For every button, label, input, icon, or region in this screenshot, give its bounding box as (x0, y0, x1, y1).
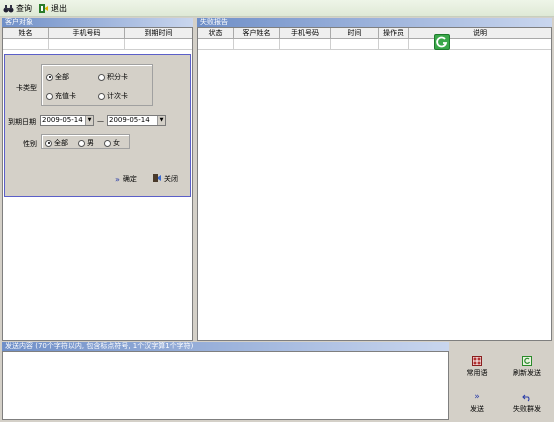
col-phone[interactable]: 手机号码 (49, 28, 125, 39)
close-button[interactable]: 关闭 (152, 173, 178, 185)
send-chevron-icon: » (474, 392, 480, 402)
date-to-value: 2009-05-14 (109, 116, 150, 124)
date-separator: — (97, 117, 104, 125)
chevron-down-icon[interactable]: ▼ (85, 116, 93, 125)
radio-card-recharge[interactable]: 充值卡 (46, 91, 76, 101)
radio-dot (45, 139, 52, 147)
col-time[interactable]: 时间 (331, 28, 379, 39)
grid-book-icon (472, 356, 482, 366)
radio-card-recharge-label: 充值卡 (55, 92, 76, 100)
radio-gender-all[interactable]: 全部 (45, 138, 68, 148)
radio-gender-female[interactable]: 女 (104, 138, 120, 148)
action-button-panel: 常用语 刷新发送 » 发送 失败群发 (452, 350, 553, 420)
customer-section-header: 客户对象 (2, 18, 193, 27)
date-from-value: 2009-05-14 (42, 116, 83, 124)
customer-grid-header: 姓名 手机号码 到期时间 (3, 28, 192, 39)
exit-button[interactable]: 退出 (38, 2, 67, 15)
fail-resend-label: 失败群发 (513, 405, 541, 413)
double-chevron-icon: » (115, 174, 120, 184)
radio-card-count-label: 计次卡 (107, 92, 128, 100)
radio-card-points[interactable]: 积分卡 (98, 72, 128, 82)
radio-dot (98, 73, 105, 81)
refresh-send-icon (522, 356, 532, 366)
card-type-label: 卡类型 (16, 84, 37, 92)
exit-label: 退出 (51, 4, 67, 13)
send-button[interactable]: » 发送 (454, 392, 500, 414)
toolbar: 查询 退出 (0, 0, 554, 17)
radio-gender-male[interactable]: 男 (78, 138, 94, 148)
send-label: 发送 (470, 405, 484, 413)
gender-label: 性别 (23, 140, 37, 148)
table-row[interactable] (3, 39, 192, 50)
gender-group: 全部 男 女 (41, 134, 130, 149)
radio-dot (46, 92, 53, 100)
radio-dot (104, 139, 111, 147)
door-exit-icon (152, 173, 162, 185)
radio-card-all[interactable]: 全部 (46, 72, 69, 82)
query-button[interactable]: 查询 (3, 2, 32, 15)
fail-report-grid[interactable]: 状态 客户姓名 手机号码 时间 操作员 说明 (197, 27, 552, 341)
radio-dot (98, 92, 105, 100)
chevron-down-icon[interactable]: ▼ (157, 116, 165, 125)
fail-resend-button[interactable]: 失败群发 (504, 392, 550, 414)
refresh-send-button[interactable]: 刷新发送 (504, 356, 550, 378)
expire-date-label: 到期日期 (8, 118, 36, 126)
card-type-group: 全部 积分卡 充值卡 计次卡 (41, 64, 153, 106)
undo-send-icon (522, 392, 532, 402)
fail-grid-header: 状态 客户姓名 手机号码 时间 操作员 说明 (198, 28, 551, 39)
refresh-send-label: 刷新发送 (513, 369, 541, 377)
common-phrases-label: 常用语 (466, 369, 488, 377)
fail-report-header: 失败报告 (197, 18, 552, 27)
col-name[interactable]: 姓名 (3, 28, 49, 39)
radio-gender-female-label: 女 (113, 139, 120, 147)
col-operator[interactable]: 操作员 (379, 28, 409, 39)
binoculars-icon (3, 3, 14, 14)
send-content-input[interactable] (2, 351, 449, 420)
date-to-picker[interactable]: 2009-05-14 ▼ (107, 115, 166, 126)
refresh-badge-icon[interactable] (434, 34, 450, 50)
radio-dot (78, 139, 85, 147)
radio-dot (46, 73, 53, 81)
query-label: 查询 (16, 4, 32, 13)
col-phone[interactable]: 手机号码 (280, 28, 331, 39)
table-row[interactable] (198, 39, 551, 50)
radio-card-points-label: 积分卡 (107, 73, 128, 81)
filter-panel: 卡类型 全部 积分卡 充值卡 计次卡 到期日期 2009-05-14 ▼ — 2… (4, 54, 191, 197)
radio-card-count[interactable]: 计次卡 (98, 91, 128, 101)
col-expire[interactable]: 到期时间 (125, 28, 192, 39)
col-status[interactable]: 状态 (198, 28, 234, 39)
col-customer-name[interactable]: 客户姓名 (234, 28, 280, 39)
exit-icon (38, 3, 49, 14)
close-label: 关闭 (164, 175, 178, 183)
radio-gender-male-label: 男 (87, 139, 94, 147)
radio-card-all-label: 全部 (55, 73, 69, 81)
confirm-button[interactable]: » 确定 (115, 174, 137, 184)
radio-gender-all-label: 全部 (54, 139, 68, 147)
common-phrases-button[interactable]: 常用语 (454, 356, 500, 378)
col-description[interactable]: 说明 (409, 28, 551, 39)
send-content-header: 发送内容 (70个字符以内, 包含标点符号, 1个汉字算1个字符) (2, 342, 449, 351)
date-from-picker[interactable]: 2009-05-14 ▼ (40, 115, 94, 126)
confirm-label: 确定 (122, 175, 137, 183)
